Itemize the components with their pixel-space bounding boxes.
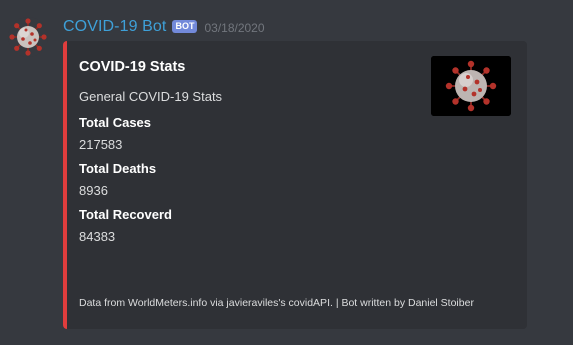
bot-avatar[interactable] bbox=[8, 17, 48, 57]
embed-title: COVID-19 Stats bbox=[79, 59, 186, 75]
bot-username[interactable]: COVID-19 Bot bbox=[63, 18, 166, 36]
embed-footer: Data from WorldMeters.info via javieravi… bbox=[79, 297, 474, 309]
field-total-cases: Total Cases 217583 bbox=[79, 114, 151, 153]
field-value: 84383 bbox=[79, 229, 116, 244]
embed-thumbnail[interactable] bbox=[431, 56, 511, 116]
field-name: Total Deaths bbox=[79, 161, 157, 176]
message-timestamp: 03/18/2020 bbox=[204, 21, 265, 35]
stats-embed: COVID-19 Stats General COVID-19 Stats To… bbox=[63, 41, 527, 329]
field-value: 217583 bbox=[79, 137, 123, 152]
field-value: 8936 bbox=[79, 183, 108, 198]
field-total-recovered: Total Recoverd 84383 bbox=[79, 206, 172, 245]
field-name: Total Recoverd bbox=[79, 207, 172, 222]
chat-message: COVID-19 Bot BOT 03/18/2020 COVID-19 Sta… bbox=[0, 0, 573, 345]
bot-tag-badge: BOT bbox=[172, 19, 198, 33]
embed-description: General COVID-19 Stats bbox=[79, 89, 223, 104]
field-name: Total Cases bbox=[79, 115, 152, 130]
message-header: COVID-19 Bot BOT 03/18/2020 bbox=[63, 17, 265, 37]
coronavirus-icon bbox=[431, 56, 511, 116]
coronavirus-icon bbox=[8, 17, 48, 57]
field-total-deaths: Total Deaths 8936 bbox=[79, 160, 156, 199]
